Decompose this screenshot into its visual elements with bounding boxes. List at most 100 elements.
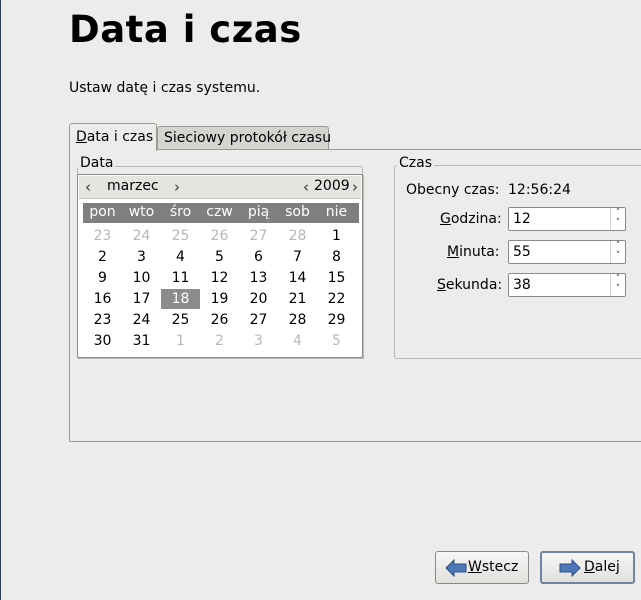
calendar-day[interactable]: 13 [239,268,278,288]
page-subtitle: Ustaw datę i czas systemu. [69,80,261,96]
tab-date-time[interactable]: Data i czas [69,123,157,151]
weekday-label: czw [206,204,233,220]
time-frame-label: Czas [397,155,434,171]
calendar-day[interactable]: 11 [161,268,200,288]
calendar-day[interactable]: 28 [278,310,317,330]
year-label: 2009 [314,178,350,194]
second-value: 38 [513,277,531,293]
weekday-label: sob [285,204,310,220]
weekday-label: nie [325,204,348,220]
calendar-day[interactable]: 26 [200,310,239,330]
spin-up-icon[interactable]: ˄ [616,208,621,218]
calendar-day[interactable]: 27 [239,310,278,330]
weekday-label: wto [128,204,155,220]
page-title: Data i czas [69,8,302,51]
minute-value: 55 [513,244,531,260]
weekday-label: śro [169,204,192,220]
calendar-day[interactable]: 1 [317,226,356,246]
calendar-day[interactable]: 24 [122,310,161,330]
calendar-day[interactable]: 4 [161,247,200,267]
minute-mnemonic: M [447,244,460,260]
next-year-icon[interactable]: › [352,178,358,196]
back-button[interactable]: Wstecz [435,551,529,584]
weekday-label: pon [89,204,116,220]
back-button-label: Wstecz [468,559,518,575]
window-edge [0,0,1,600]
arrow-right-icon [559,559,581,577]
minute-spinbox[interactable]: 55 ˄ ˅ [508,240,626,264]
calendar-day[interactable]: 19 [200,289,239,309]
hour-spinbox[interactable]: 12 ˄ ˅ [508,207,626,231]
calendar-day[interactable]: 15 [317,268,356,288]
second-label-text: ekunda: [445,277,503,293]
prev-month-icon[interactable]: ‹ [85,178,91,196]
spin-down-icon[interactable]: ˅ [616,284,621,294]
calendar-day[interactable]: 12 [200,268,239,288]
back-label-text: stecz [481,559,519,575]
second-spinbox[interactable]: 38 ˄ ˅ [508,273,626,297]
calendar-day[interactable]: 25 [161,310,200,330]
hour-value: 12 [513,211,531,227]
calendar-day[interactable]: 2 [83,247,122,267]
calendar-day[interactable]: 17 [122,289,161,309]
calendar-day[interactable]: 3 [122,247,161,267]
tab-ntp-label: Sieciowy protokół czasu [164,130,332,146]
back-mnemonic: W [468,559,482,575]
calendar[interactable]: ‹ marzec › ‹ 2009 › pon wto śro czw pią sob ni… [77,174,363,358]
calendar-day[interactable]: 2 [200,331,239,351]
hour-spin-arrows[interactable]: ˄ ˅ [610,208,625,230]
calendar-day[interactable]: 1 [161,331,200,351]
month-label: marzec [107,178,159,194]
calendar-day[interactable]: 30 [83,331,122,351]
spin-down-icon[interactable]: ˅ [616,251,621,261]
calendar-day[interactable]: 10 [122,268,161,288]
calendar-header: ‹ marzec › ‹ 2009 › [79,176,361,199]
calendar-day[interactable]: 7 [278,247,317,267]
tab-ntp[interactable]: Sieciowy protokół czasu [157,126,332,149]
calendar-day[interactable]: 24 [122,226,161,246]
calendar-day[interactable]: 28 [278,226,317,246]
next-mnemonic: D [584,559,595,575]
second-spin-arrows[interactable]: ˄ ˅ [610,274,625,296]
next-button[interactable]: Dalej [540,551,635,584]
arrow-left-icon [445,559,467,577]
calendar-day[interactable]: 22 [317,289,356,309]
calendar-day[interactable]: 9 [83,268,122,288]
calendar-day[interactable]: 4 [278,331,317,351]
next-button-label: Dalej [584,559,620,575]
calendar-day[interactable]: 14 [278,268,317,288]
tab-date-time-label: ata i czas [86,129,154,145]
tab-date-time-mnemonic: D [76,129,87,145]
calendar-day[interactable]: 25 [161,226,200,246]
calendar-day[interactable]: 20 [239,289,278,309]
spin-up-icon[interactable]: ˄ [616,274,621,284]
calendar-day[interactable]: 18 [161,289,200,309]
calendar-day[interactable]: 27 [239,226,278,246]
calendar-day[interactable]: 26 [200,226,239,246]
prev-year-icon[interactable]: ‹ [303,178,309,196]
hour-label-text: odzina: [450,211,502,227]
calendar-day[interactable]: 29 [317,310,356,330]
calendar-day[interactable]: 5 [317,331,356,351]
weekday-header: pon wto śro czw pią sob nie [83,203,359,223]
calendar-day[interactable]: 23 [83,226,122,246]
next-month-icon[interactable]: › [174,178,180,196]
spin-up-icon[interactable]: ˄ [616,241,621,251]
calendar-day[interactable]: 8 [317,247,356,267]
calendar-day[interactable]: 5 [200,247,239,267]
calendar-day[interactable]: 16 [83,289,122,309]
calendar-day[interactable]: 23 [83,310,122,330]
calendar-day[interactable]: 21 [278,289,317,309]
minute-spin-arrows[interactable]: ˄ ˅ [610,241,625,263]
spin-down-icon[interactable]: ˅ [616,218,621,228]
second-mnemonic: S [437,277,446,293]
calendar-day[interactable]: 3 [239,331,278,351]
calendar-day[interactable]: 6 [239,247,278,267]
current-time-value: 12:56:24 [508,182,571,198]
date-frame-label: Data [78,155,116,171]
minute-label: Minuta: [447,244,500,260]
second-label: Sekunda: [437,277,502,293]
minute-label-text: inuta: [459,244,500,260]
next-label-text: alej [594,559,620,575]
calendar-day[interactable]: 31 [122,331,161,351]
